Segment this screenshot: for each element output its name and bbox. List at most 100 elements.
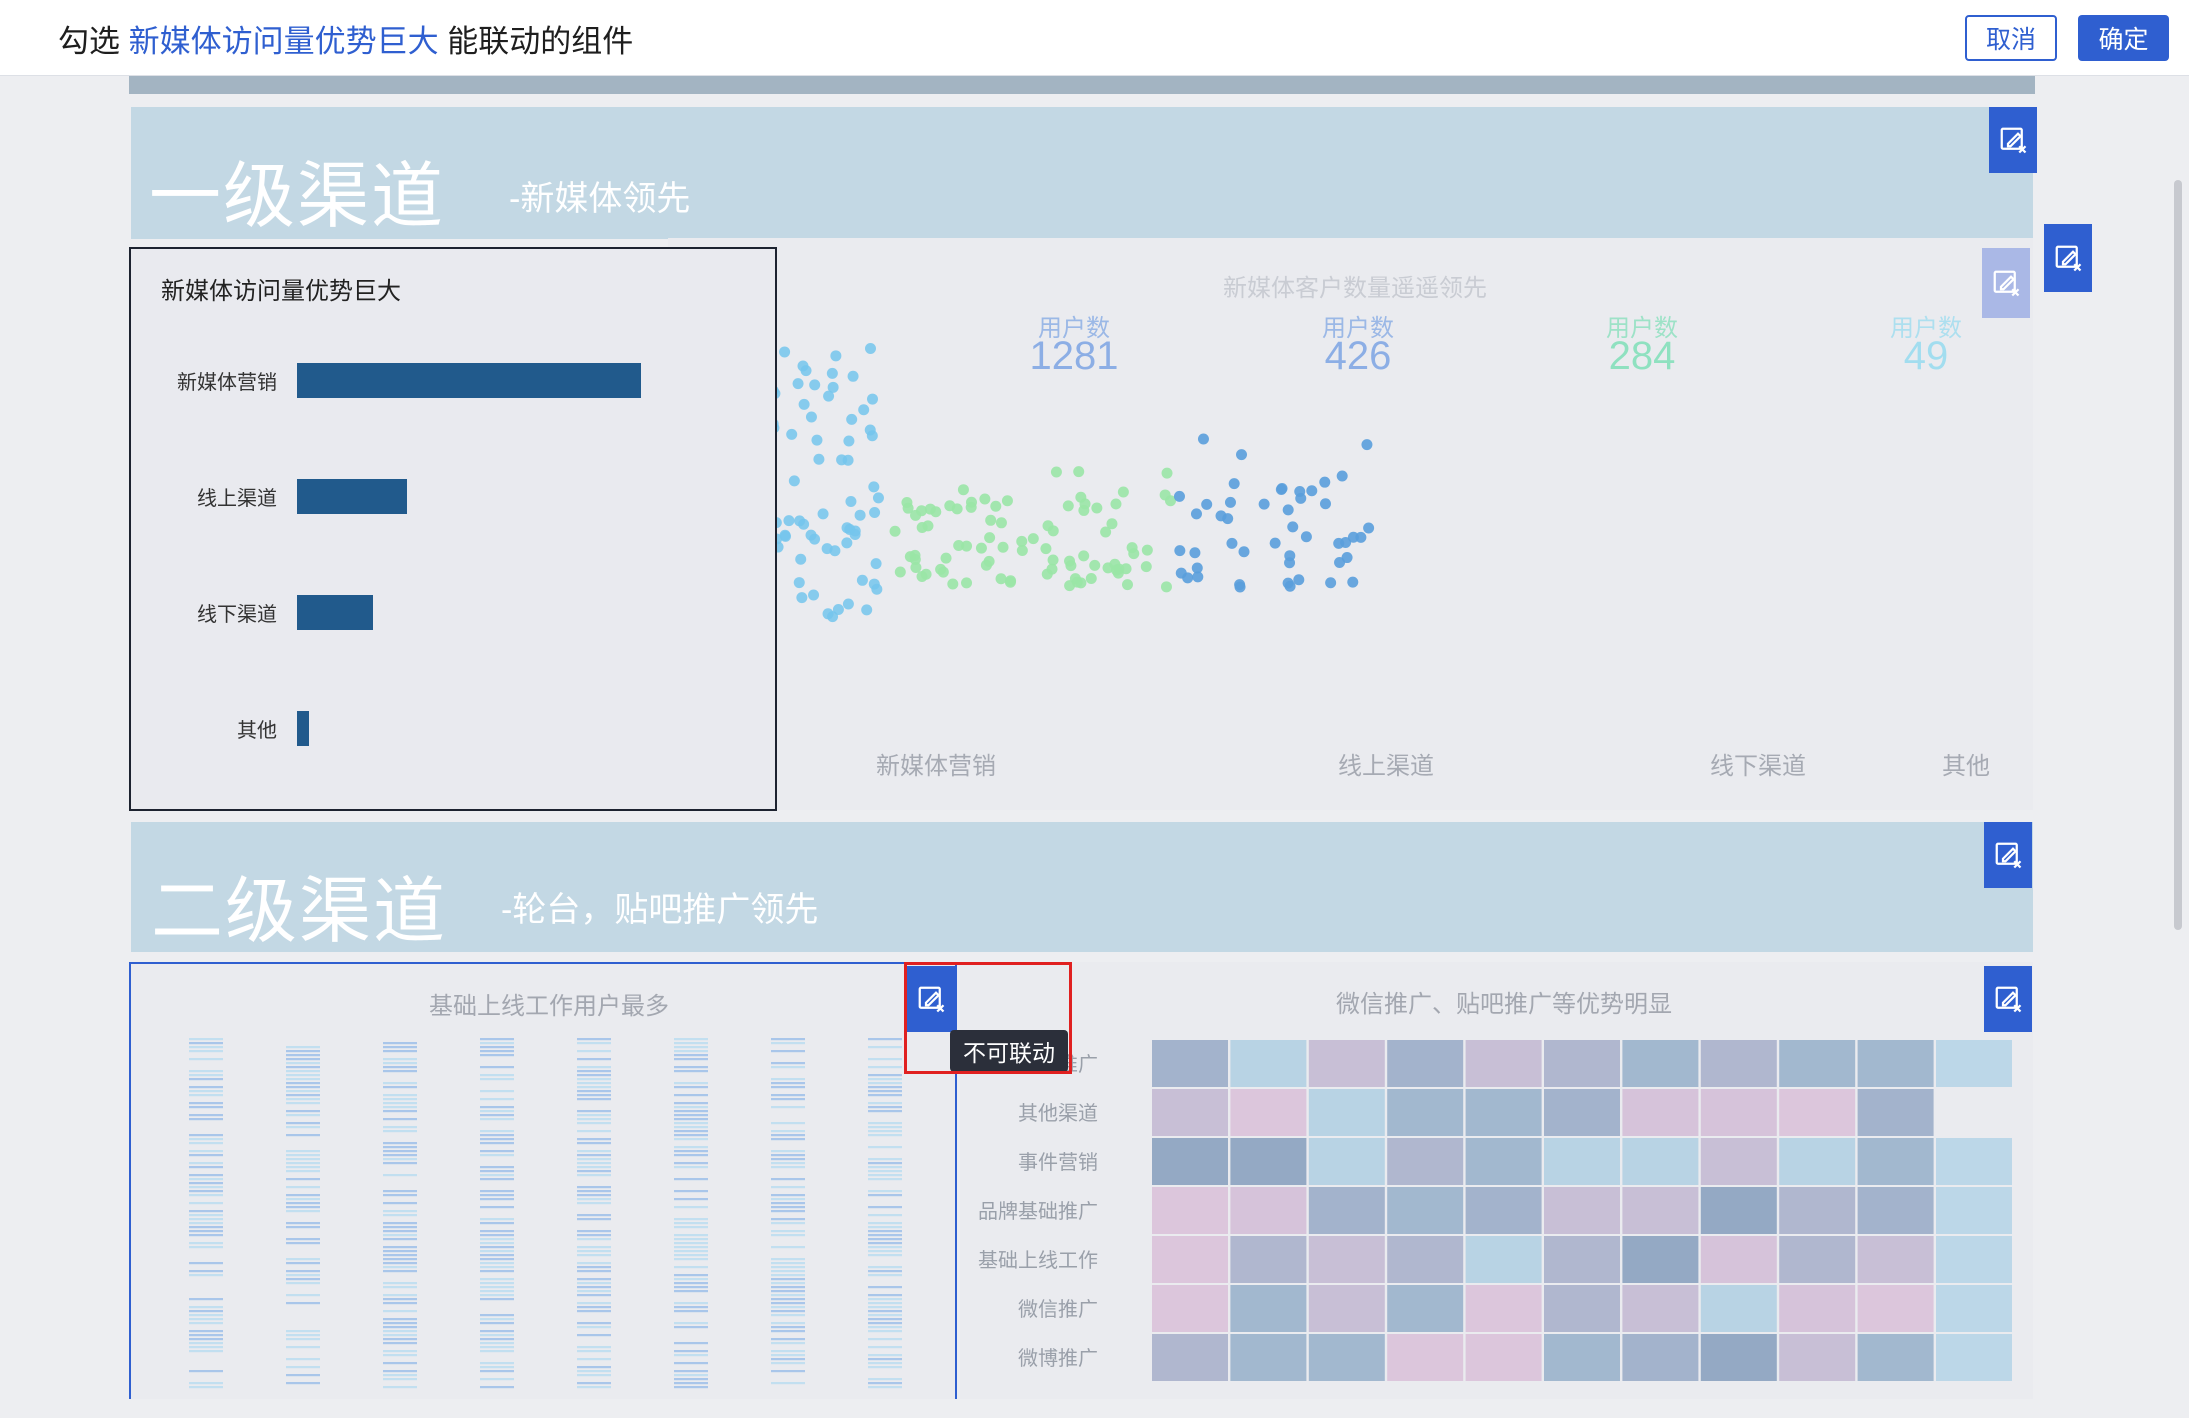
strip-line: [577, 1194, 611, 1197]
strip-line: [771, 1166, 805, 1169]
strip-line: [674, 1350, 708, 1353]
strip-line: [189, 1226, 223, 1229]
strip-line: [286, 1098, 320, 1101]
strip-line: [674, 1162, 708, 1165]
strip-line: [480, 1270, 514, 1273]
bar-3[interactable]: [297, 595, 373, 630]
heatmap-cell: [1152, 1334, 1228, 1381]
strip-line: [577, 1374, 611, 1377]
heatmap-cell: [1936, 1334, 2012, 1381]
strip-line: [286, 1238, 320, 1241]
strip-line: [674, 1086, 708, 1089]
strip-line: [286, 1070, 320, 1073]
confirm-button[interactable]: 确定: [2078, 15, 2169, 61]
strip-line: [674, 1278, 708, 1281]
heatmap-panel[interactable]: 微信推广、贴吧推广等优势明显 贴吧推广 其他渠道 事件营销 品牌基础推广 基础上…: [960, 962, 2033, 1399]
scatter-point: [916, 505, 928, 517]
heatmap-cell: [1622, 1236, 1699, 1283]
strip-line: [577, 1350, 611, 1353]
strip-line: [868, 1134, 902, 1137]
scatter-point: [796, 592, 808, 604]
edit-link-icon[interactable]: [1984, 966, 2032, 1032]
stat-value-3: 284: [1608, 334, 1676, 378]
scatter-point: [930, 506, 942, 518]
strip-line: [577, 1042, 611, 1045]
strip-line: [674, 1306, 708, 1309]
strip-line: [480, 1054, 514, 1057]
scatter-point: [869, 506, 881, 518]
edit-link-icon[interactable]: [1984, 822, 2032, 888]
category-label-1: 新媒体营销: [876, 753, 996, 780]
strip-line: [674, 1154, 708, 1157]
strip-line: [383, 1202, 417, 1205]
scatter-point: [864, 342, 876, 354]
bar-panel[interactable]: 新媒体访问量优势巨大 新媒体营销 线上渠道 线下渠道 其他: [129, 247, 777, 811]
strip-line: [868, 1214, 902, 1217]
strip-line: [286, 1262, 320, 1265]
strip-line: [189, 1322, 223, 1325]
strip-line: [674, 1274, 708, 1277]
scatter-point: [997, 541, 1009, 553]
strip-line: [577, 1130, 611, 1133]
strip-line: [383, 1130, 417, 1133]
strip-line: [189, 1306, 223, 1309]
category-label-3: 线下渠道: [1710, 753, 1806, 780]
edit-link-icon[interactable]: [1982, 248, 2030, 318]
scatter-point: [1050, 466, 1062, 478]
edit-link-icon[interactable]: [1989, 107, 2037, 173]
scatter-point: [1117, 486, 1129, 498]
heatmap-cell: [1700, 1138, 1777, 1185]
strip-line: [577, 1270, 611, 1273]
strip-line: [480, 1350, 514, 1353]
strip-line: [286, 1114, 320, 1117]
heatmap-cell: [1857, 1187, 1934, 1234]
strip-line: [189, 1314, 223, 1317]
strip-line: [383, 1354, 417, 1357]
strip-line: [189, 1246, 223, 1249]
heatmap-cell: [1779, 1089, 1856, 1136]
strip-line: [868, 1254, 902, 1257]
strip-line: [771, 1186, 805, 1189]
section-banner-2: 二级渠道 -轮台，贴吧推广领先: [131, 822, 2033, 952]
strip-line: [771, 1306, 805, 1309]
strip-line: [383, 1338, 417, 1341]
heatmap-cell: [1308, 1285, 1385, 1332]
scatter-point: [965, 501, 977, 513]
strip-line: [674, 1322, 708, 1325]
strip-line: [577, 1122, 611, 1125]
bar-2[interactable]: [297, 479, 408, 514]
strip-line: [189, 1386, 223, 1389]
scatter-point: [1004, 576, 1016, 588]
strip-panel[interactable]: 基础上线工作用户最多: [129, 962, 957, 1399]
scatter-panel[interactable]: 新媒体客户数量遥遥领先 用户数 1281 用户数 426 用户数 284 用户数…: [668, 238, 2033, 810]
heatmap-cell: [1936, 1040, 2012, 1087]
strip-line: [674, 1226, 708, 1229]
strip-line: [577, 1074, 611, 1077]
strip-line: [868, 1038, 902, 1041]
strip-line: [383, 1062, 417, 1065]
bar-4[interactable]: [297, 711, 309, 746]
strip-line: [189, 1070, 223, 1073]
strip-line: [868, 1242, 902, 1245]
scatter-point: [1334, 556, 1346, 568]
strip-line: [674, 1326, 708, 1329]
edit-link-icon[interactable]: [2044, 224, 2092, 292]
strip-line: [480, 1386, 514, 1389]
heatmap-cell: [1622, 1334, 1699, 1381]
heatmap-cell: [1544, 1187, 1620, 1234]
strip-line: [674, 1370, 708, 1373]
strip-line: [286, 1210, 320, 1213]
scrollbar-thumb[interactable]: [2174, 180, 2182, 930]
strip-line: [771, 1062, 805, 1065]
strip-line: [577, 1190, 611, 1193]
strip-line: [189, 1234, 223, 1237]
strip-line: [577, 1198, 611, 1201]
strip-line: [771, 1282, 805, 1285]
heatmap-cell: [1700, 1040, 1777, 1087]
strip-line: [383, 1118, 417, 1121]
bar-1[interactable]: [297, 363, 641, 398]
strip-line: [868, 1226, 902, 1229]
scrollbar[interactable]: [2172, 80, 2184, 1399]
strip-line: [286, 1086, 320, 1089]
cancel-button[interactable]: 取消: [1965, 15, 2057, 61]
